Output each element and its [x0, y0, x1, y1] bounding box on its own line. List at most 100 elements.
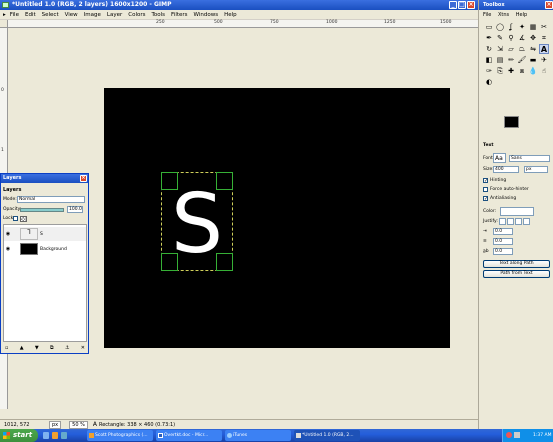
shear-icon[interactable]: ▱: [506, 44, 516, 54]
antialiasing-row[interactable]: ✓ Antialiasing: [483, 196, 516, 202]
duplicate-layer-icon[interactable]: ⧉: [50, 345, 54, 351]
resize-handle-top-right[interactable]: [216, 172, 233, 190]
free-select-icon[interactable]: ʆ: [506, 22, 516, 32]
lower-layer-icon[interactable]: ▼: [35, 345, 39, 351]
smudge-icon[interactable]: ☝: [539, 66, 549, 76]
layers-close-button[interactable]: ×: [80, 175, 87, 182]
visibility-eye-icon[interactable]: ◉: [4, 246, 12, 252]
quick-mask-corner[interactable]: [0, 20, 8, 28]
mode-select[interactable]: Normal: [17, 196, 85, 203]
anchor-layer-icon[interactable]: ⚓: [65, 345, 69, 351]
text-color-button[interactable]: [500, 207, 534, 216]
pencil-icon[interactable]: ✏: [506, 55, 516, 65]
ellipse-select-icon[interactable]: ◯: [495, 22, 505, 32]
menu-filters[interactable]: Filters: [171, 12, 188, 18]
ie-icon[interactable]: [61, 432, 67, 439]
opacity-input[interactable]: 100.0: [67, 206, 83, 213]
lock-alpha-checkbox[interactable]: [13, 216, 18, 221]
ink-icon[interactable]: ✑: [484, 66, 494, 76]
horizontal-ruler[interactable]: 250 500 750 1000 1250 1500: [8, 20, 478, 28]
delete-layer-icon[interactable]: ✕: [81, 345, 85, 351]
tray-icon[interactable]: [506, 432, 512, 438]
toolbox-titlebar[interactable]: Toolbox ×: [479, 0, 553, 10]
force-autohinter-checkbox[interactable]: [483, 187, 488, 192]
perspective-icon[interactable]: ⏢: [517, 44, 527, 54]
airbrush-icon[interactable]: ✈: [539, 55, 549, 65]
firefox-icon[interactable]: [52, 432, 58, 439]
text-bounding-box[interactable]: [161, 172, 233, 271]
text-along-path-button[interactable]: Text along Path: [483, 260, 550, 268]
justify-right-icon[interactable]: [507, 218, 514, 225]
hinting-row[interactable]: ✓ Hinting: [483, 178, 506, 184]
list-item[interactable]: ◉ Ꞁ S: [4, 227, 86, 241]
menu-windows[interactable]: Windows: [194, 12, 219, 18]
scale-icon[interactable]: ⇲: [495, 44, 505, 54]
justify-fill-icon[interactable]: [523, 218, 530, 225]
paintbrush-icon[interactable]: 🖌: [517, 55, 527, 65]
start-button[interactable]: start: [0, 429, 38, 442]
menu-layer[interactable]: Layer: [107, 12, 122, 18]
menu-colors[interactable]: Colors: [128, 12, 145, 18]
measure-icon[interactable]: ∡: [517, 33, 527, 43]
resize-handle-bottom-right[interactable]: [216, 253, 233, 271]
taskbar-item-word[interactable]: Overtkt.doc - Micr...: [156, 430, 222, 441]
show-desktop-icon[interactable]: [43, 432, 49, 439]
justify-left-icon[interactable]: [499, 218, 506, 225]
zoom-select[interactable]: 50 %: [69, 420, 88, 429]
convolve-icon[interactable]: 💧: [528, 66, 538, 76]
menu-image[interactable]: Image: [84, 12, 101, 18]
antialiasing-checkbox[interactable]: ✓: [483, 196, 488, 202]
color-picker-icon[interactable]: ✎: [495, 33, 505, 43]
path-from-text-button[interactable]: Path from Text: [483, 270, 550, 278]
image-window-titlebar[interactable]: *Untitled 1.0 (RGB, 2 layers) 1600x1200 …: [0, 0, 478, 10]
crop-icon[interactable]: ⌗: [539, 33, 549, 43]
taskbar-item-gimp[interactable]: *Untitled 1.0 (RGB, 2...: [294, 430, 360, 441]
menu-select[interactable]: Select: [42, 12, 59, 18]
network-icon[interactable]: [514, 432, 520, 438]
paths-icon[interactable]: ✒: [484, 33, 494, 43]
clock[interactable]: 1:37 AM: [533, 429, 552, 442]
resize-handle-bottom-left[interactable]: [161, 253, 178, 271]
menu-arrow-icon[interactable]: ▸: [3, 12, 6, 18]
menu-tools[interactable]: Tools: [151, 12, 165, 18]
rotate-icon[interactable]: ↻: [484, 44, 494, 54]
eraser-icon[interactable]: ▬: [528, 55, 538, 65]
heal-icon[interactable]: ✚: [506, 66, 516, 76]
menu-edit[interactable]: Edit: [25, 12, 36, 18]
opacity-slider[interactable]: [20, 207, 64, 212]
flip-icon[interactable]: ⇋: [528, 44, 538, 54]
clone-icon[interactable]: ⎘: [495, 66, 505, 76]
hinting-checkbox[interactable]: ✓: [483, 178, 488, 184]
new-layer-icon[interactable]: ▫: [5, 345, 8, 351]
line-spacing-input[interactable]: 0.0: [493, 238, 513, 245]
raise-layer-icon[interactable]: ▲: [20, 345, 24, 351]
perspective-clone-icon[interactable]: ⧈: [517, 66, 527, 76]
font-preview-button[interactable]: Aa: [493, 153, 506, 163]
scissors-icon[interactable]: ✂: [539, 22, 549, 32]
menu-view[interactable]: View: [65, 12, 78, 18]
minimize-button[interactable]: _: [449, 1, 457, 9]
list-item[interactable]: ◉ Background: [4, 242, 86, 256]
taskbar-item-itunes[interactable]: iTunes: [225, 430, 291, 441]
size-input[interactable]: 400: [493, 166, 519, 173]
dodge-burn-icon[interactable]: ◐: [484, 77, 494, 87]
toolbox-menu-help[interactable]: Help: [516, 12, 527, 18]
foreground-color-swatch[interactable]: [504, 116, 519, 128]
menu-file[interactable]: File: [10, 12, 19, 18]
size-unit-select[interactable]: px: [524, 166, 548, 173]
move-icon[interactable]: ✥: [528, 33, 538, 43]
select-by-color-icon[interactable]: ▦: [528, 22, 538, 32]
unit-select[interactable]: px: [49, 420, 62, 429]
bucket-fill-icon[interactable]: ◧: [484, 55, 494, 65]
toolbox-menu-file[interactable]: File: [483, 12, 491, 18]
font-input[interactable]: Sans: [509, 154, 550, 162]
justify-center-icon[interactable]: [515, 218, 522, 225]
zoom-icon[interactable]: ⚲: [506, 33, 516, 43]
taskbar-item-browser[interactable]: Scott Photographics (...: [87, 430, 153, 441]
text-tool-icon[interactable]: A: [539, 44, 549, 54]
indent-input[interactable]: 0.0: [493, 228, 513, 235]
fuzzy-select-icon[interactable]: ✦: [517, 22, 527, 32]
toolbox-close-button[interactable]: ×: [545, 1, 553, 9]
rect-select-icon[interactable]: ▭: [484, 22, 494, 32]
resize-handle-top-left[interactable]: [161, 172, 178, 190]
